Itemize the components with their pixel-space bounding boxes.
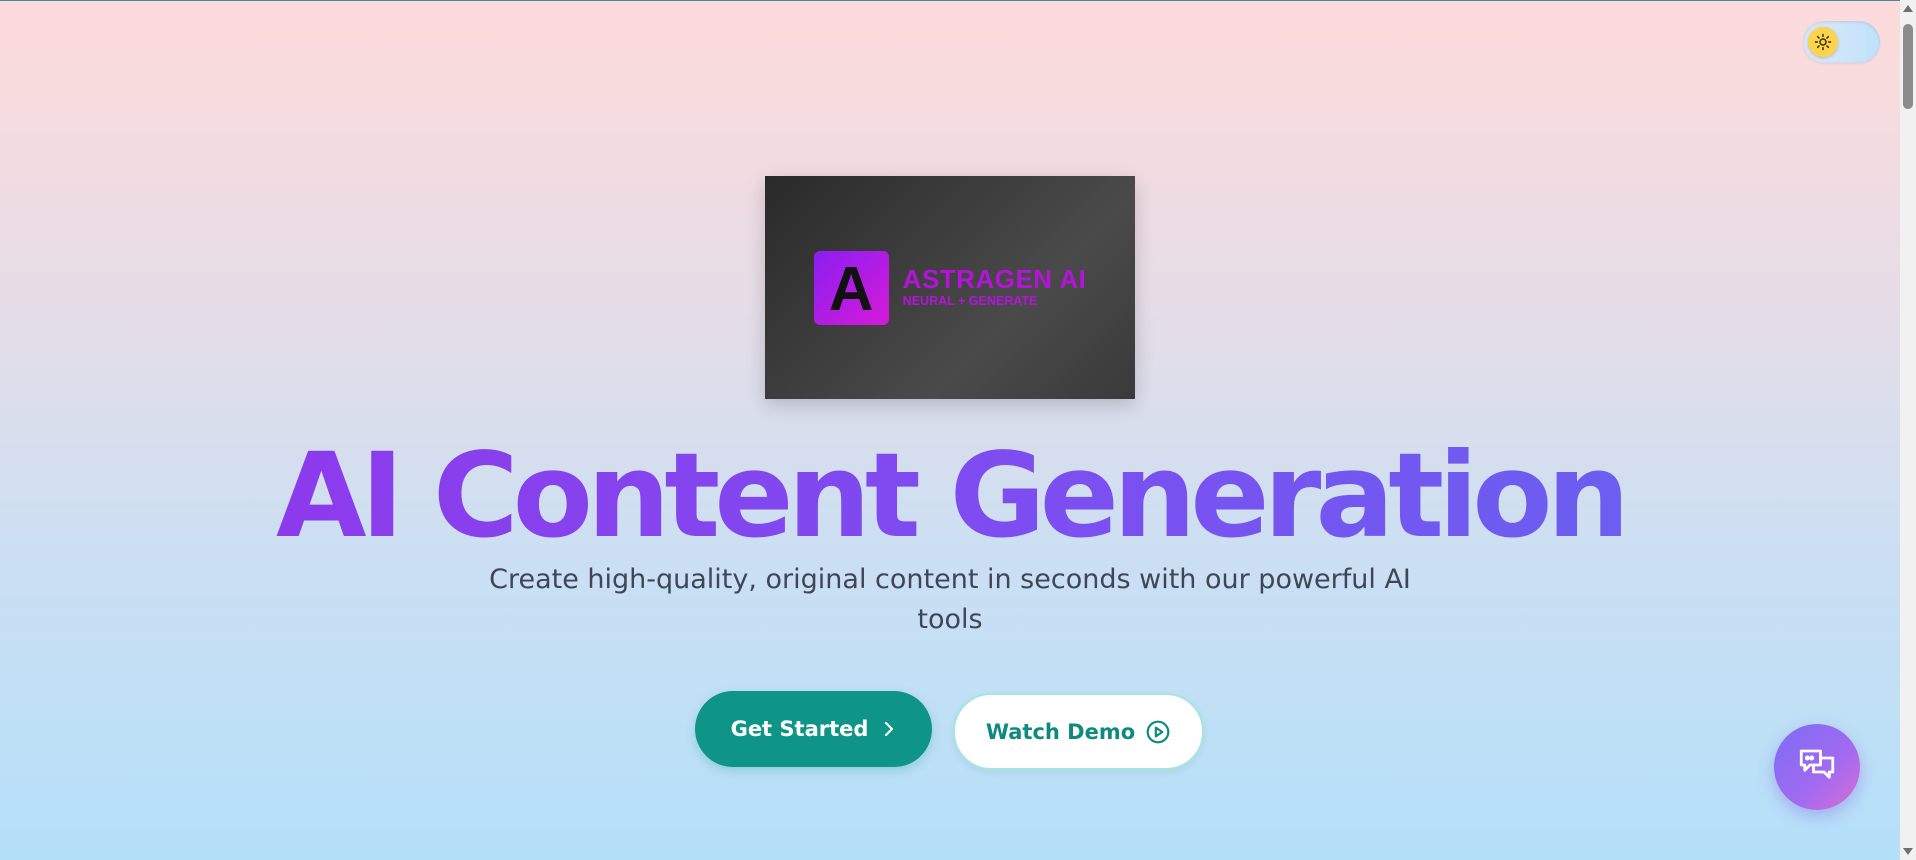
logo-mark: A (813, 250, 889, 325)
page-scrollbar[interactable] (1900, 0, 1916, 860)
logo-letter: A (828, 254, 874, 324)
logo-tagline: NEURAL + GENERATE (902, 293, 1038, 308)
sun-icon (1808, 27, 1838, 57)
scroll-thumb[interactable] (1903, 24, 1913, 109)
brand-logo-card: A ASTRAGEN AI NEURAL + GENERATE (765, 176, 1135, 399)
top-border (0, 0, 1900, 1)
watch-demo-button[interactable]: Watch Demo (953, 693, 1204, 770)
hero-title: AI Content Generation (0, 430, 1900, 561)
get-started-button[interactable]: Get Started (695, 691, 932, 767)
get-started-label: Get Started (730, 717, 869, 741)
chevron-right-icon (882, 720, 896, 738)
chat-bubbles-icon (1796, 744, 1838, 790)
watch-demo-label: Watch Demo (985, 719, 1136, 744)
logo-texts: ASTRAGEN AI NEURAL + GENERATE (903, 266, 1087, 308)
theme-toggle[interactable] (1803, 21, 1880, 63)
logo-name: ASTRAGEN AI (902, 264, 1087, 295)
hero-subtitle: Create high-quality, original content in… (489, 564, 1411, 635)
scroll-up-arrow-icon[interactable] (1903, 5, 1913, 12)
chat-button[interactable] (1774, 724, 1860, 810)
scroll-down-arrow-icon[interactable] (1903, 848, 1913, 855)
play-circle-icon (1145, 719, 1171, 745)
